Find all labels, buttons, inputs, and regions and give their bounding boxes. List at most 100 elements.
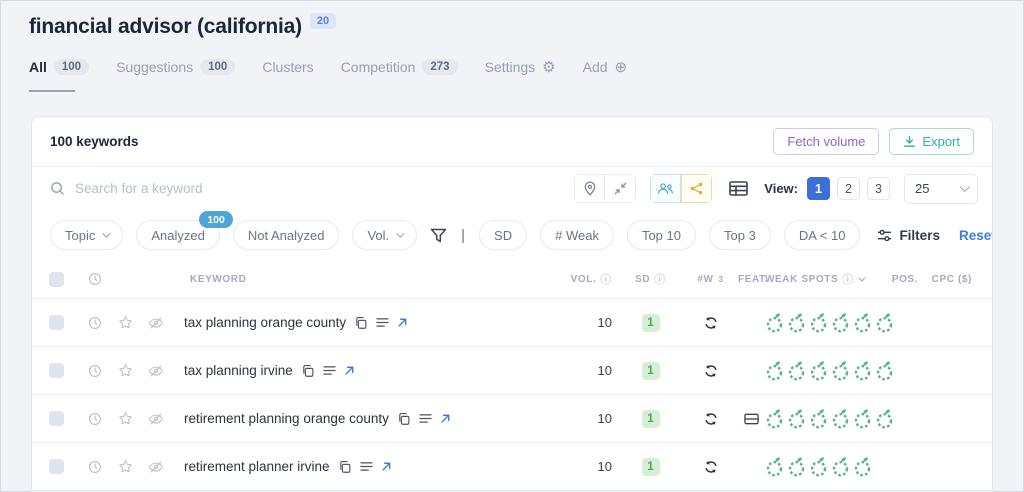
fruit-icon [831, 408, 850, 429]
eye-slash-icon[interactable] [140, 364, 172, 378]
star-icon[interactable] [110, 315, 140, 330]
share-icon[interactable] [681, 174, 712, 203]
weak-spots[interactable] [765, 408, 885, 429]
row-checkbox[interactable] [49, 363, 64, 378]
keyword-text[interactable]: tax planning irvine [184, 363, 293, 378]
select-all-checkbox[interactable] [49, 272, 64, 287]
page-header: financial advisor (california) 20 All 10… [1, 1, 1023, 116]
list-icon[interactable] [419, 413, 432, 424]
page-size-select[interactable]: 25 [904, 174, 978, 204]
tab-add[interactable]: Add ⊕ [583, 59, 628, 75]
list-icon[interactable] [323, 365, 336, 376]
separator: | [460, 227, 466, 244]
view-button-3[interactable]: 3 [867, 177, 890, 200]
external-link-icon[interactable] [440, 413, 451, 424]
filters-button[interactable]: Filters [877, 228, 940, 243]
weak-spots[interactable] [765, 312, 885, 333]
row-checkbox[interactable] [49, 459, 64, 474]
header-volume[interactable]: VOL.ⓘ [528, 271, 618, 287]
filter-sd[interactable]: SD [479, 220, 527, 250]
clock-icon[interactable] [80, 316, 110, 330]
filter-volume[interactable]: Vol. [352, 220, 417, 250]
refresh-icon[interactable] [683, 460, 738, 474]
table-row: tax planning orange county 10 1 [32, 298, 992, 346]
filter-top3[interactable]: Top 3 [709, 220, 771, 250]
fruit-icon [809, 456, 828, 477]
download-icon [903, 135, 916, 148]
fruit-icon [853, 360, 872, 381]
toolbar: View: 1 2 3 25 [32, 167, 992, 210]
sliders-icon [877, 229, 892, 242]
clock-icon [80, 272, 110, 286]
tab-suggestions[interactable]: Suggestions 100 [116, 59, 235, 75]
copy-icon[interactable] [354, 316, 368, 330]
tab-clusters[interactable]: Clusters [262, 59, 313, 75]
export-button[interactable]: Export [889, 128, 974, 155]
tab-all[interactable]: All 100 [29, 59, 89, 75]
filter-not-analyzed[interactable]: Not Analyzed [233, 220, 340, 250]
header-position[interactable]: POS. [885, 274, 925, 285]
list-icon[interactable] [360, 461, 373, 472]
header-sd[interactable]: SDⓘ [618, 271, 683, 287]
clock-icon[interactable] [80, 412, 110, 426]
eye-slash-icon[interactable] [140, 412, 172, 426]
fetch-volume-button[interactable]: Fetch volume [773, 128, 879, 155]
star-icon[interactable] [110, 459, 140, 474]
copy-icon[interactable] [301, 364, 315, 378]
keyword-text[interactable]: retirement planner irvine [184, 459, 330, 474]
clock-icon[interactable] [80, 364, 110, 378]
star-icon[interactable] [110, 411, 140, 426]
filter-weak[interactable]: # Weak [540, 220, 614, 250]
table-row: retirement planning orange county 10 1 [32, 394, 992, 442]
view-button-1[interactable]: 1 [807, 177, 830, 200]
weak-spots[interactable] [765, 456, 885, 477]
copy-icon[interactable] [397, 412, 411, 426]
reset-button[interactable]: Reset [959, 228, 993, 243]
external-link-icon[interactable] [381, 461, 392, 472]
eye-slash-icon[interactable] [140, 460, 172, 474]
row-checkbox[interactable] [49, 315, 64, 330]
header-cpc[interactable]: CPC ($) [925, 274, 992, 285]
header-weak-spots[interactable]: WEAK SPOTS ⓘ [765, 271, 885, 287]
fruit-icon [809, 408, 828, 429]
location-pin-icon[interactable] [574, 174, 605, 203]
filter-analyzed[interactable]: Analyzed 100 [136, 220, 219, 250]
volume-value: 10 [528, 315, 618, 330]
filter-da[interactable]: DA < 10 [784, 220, 861, 250]
refresh-icon[interactable] [683, 316, 738, 330]
refresh-icon[interactable] [683, 412, 738, 426]
volume-value: 10 [528, 363, 618, 378]
keyword-table-body: tax planning orange county 10 1 [32, 298, 992, 490]
header-keyword[interactable]: KEYWORD [172, 274, 528, 285]
tab-bar: All 100 Suggestions 100 Clusters Competi… [29, 59, 995, 75]
fruit-icon [787, 408, 806, 429]
list-icon[interactable] [376, 317, 389, 328]
search-icon [50, 181, 65, 196]
filter-topic[interactable]: Topic [50, 220, 123, 250]
keyword-text[interactable]: retirement planning orange county [184, 411, 389, 426]
copy-icon[interactable] [338, 460, 352, 474]
header-featured[interactable]: FEAT. [738, 274, 765, 285]
star-icon[interactable] [110, 363, 140, 378]
tab-competition[interactable]: Competition 273 [341, 59, 458, 75]
people-icon[interactable] [650, 174, 681, 203]
eye-slash-icon[interactable] [140, 316, 172, 330]
header-weak-count[interactable]: #W3 [683, 274, 738, 285]
funnel-icon[interactable] [430, 223, 447, 247]
external-link-icon[interactable] [344, 365, 355, 376]
filter-top10[interactable]: Top 10 [627, 220, 696, 250]
sd-badge: 1 [642, 314, 660, 332]
fruit-icon [875, 408, 894, 429]
keyword-text[interactable]: tax planning orange county [184, 315, 346, 330]
weak-spots[interactable] [765, 360, 885, 381]
tab-settings[interactable]: Settings ⚙ [485, 59, 556, 75]
clock-icon[interactable] [80, 460, 110, 474]
table-view-icon[interactable] [726, 177, 750, 201]
chevron-down-icon [103, 229, 111, 237]
search-input[interactable] [75, 181, 375, 196]
external-link-icon[interactable] [397, 317, 408, 328]
view-button-2[interactable]: 2 [837, 177, 860, 200]
refresh-icon[interactable] [683, 364, 738, 378]
collapse-icon[interactable] [605, 174, 636, 203]
row-checkbox[interactable] [49, 411, 64, 426]
